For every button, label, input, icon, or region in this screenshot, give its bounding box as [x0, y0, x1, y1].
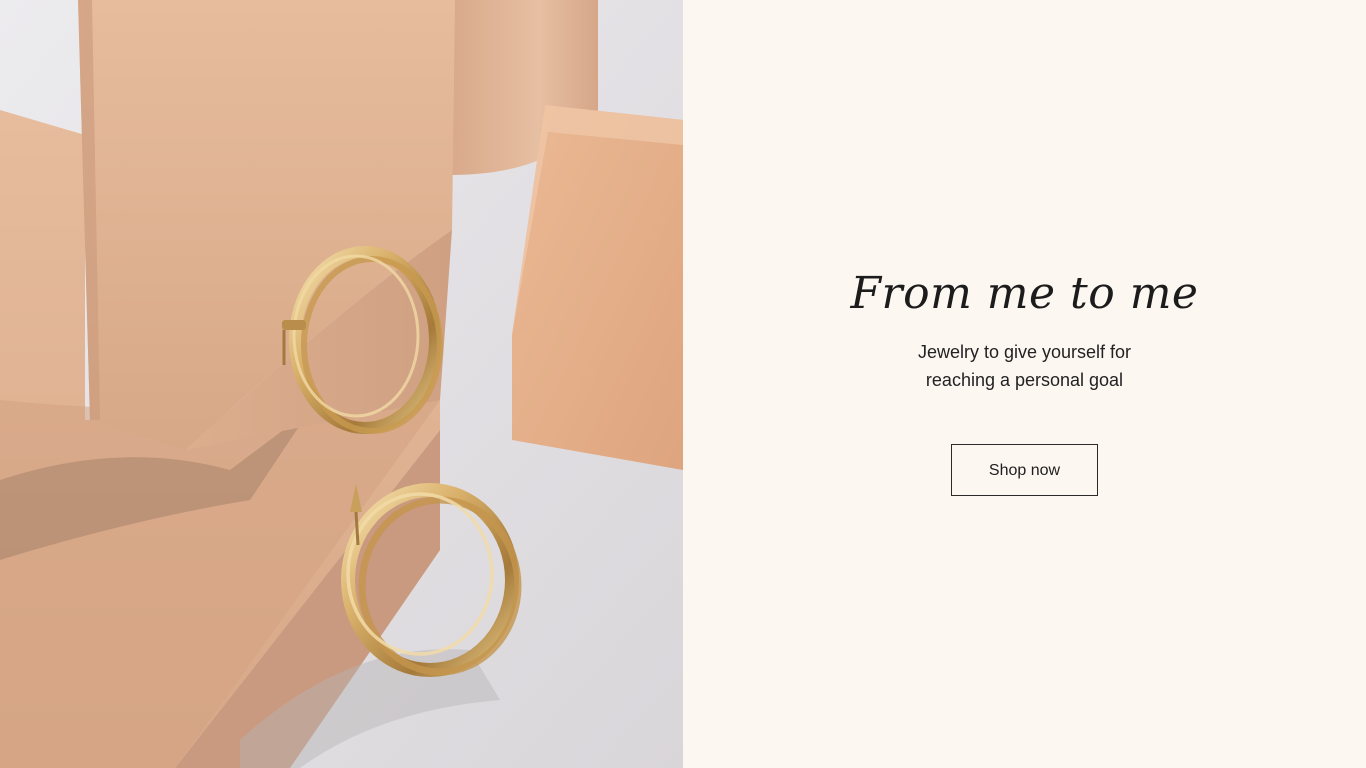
page-title: From me to me — [850, 268, 1199, 319]
hero-subtext: Jewelry to give yourself for reaching a … — [917, 342, 1132, 390]
hero-image — [0, 0, 683, 768]
shop-now-button[interactable]: Shop now — [951, 444, 1098, 496]
content-panel: From me to me Jewelry to give yourself f… — [683, 0, 1366, 768]
hero-copy: From me to me Jewelry to give yourself f… — [683, 266, 1366, 496]
hero-section: From me to me Jewelry to give yourself f… — [0, 0, 1366, 768]
